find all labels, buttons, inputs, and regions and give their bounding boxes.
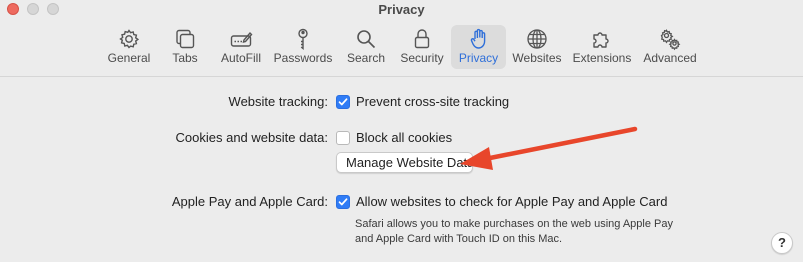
block-cookies-checkbox[interactable] [336,131,350,145]
tab-search-label: Search [346,51,386,65]
apple-pay-note-line1: Safari allows you to make purchases on t… [355,218,673,230]
gears-icon [658,27,682,51]
checkmark-icon [338,198,348,206]
preferences-window: Privacy General Tabs AutoFill Passwords … [0,0,803,262]
key-icon [291,27,315,51]
tab-autofill[interactable]: AutoFill [216,25,266,69]
prevent-tracking-text[interactable]: Prevent cross-site tracking [356,94,509,109]
tab-privacy[interactable]: Privacy [451,25,506,69]
tab-general[interactable]: General [104,25,154,69]
apple-pay-note: Safari allows you to make purchases on t… [355,217,715,247]
apple-pay-checkbox[interactable] [336,195,350,209]
lock-icon [410,27,434,51]
block-cookies-text[interactable]: Block all cookies [356,130,452,145]
search-icon [354,27,378,51]
tab-websites[interactable]: Websites [510,25,564,69]
autofill-icon [229,27,253,51]
puzzle-icon [590,27,614,51]
tab-advanced-label: Advanced [643,51,697,65]
website-tracking-label: Website tracking: [228,94,328,109]
tab-search[interactable]: Search [343,25,389,69]
apple-pay-note-line2: and Apple Card with Touch ID on this Mac… [355,233,563,245]
tabs-icon [173,27,197,51]
window-title: Privacy [378,2,425,17]
toolbar: Privacy General Tabs AutoFill Passwords … [0,0,803,77]
tab-advanced[interactable]: Advanced [640,25,700,69]
tab-tabs-label: Tabs [172,51,198,65]
hand-icon [467,27,491,51]
tab-autofill-label: AutoFill [220,51,261,65]
cookies-label: Cookies and website data: [175,130,328,145]
manage-website-data-button[interactable]: Manage Website Data... [336,152,473,173]
tab-extensions[interactable]: Extensions [570,25,634,69]
help-button[interactable]: ? [771,232,793,254]
tab-extensions-label: Extensions [572,51,632,65]
apple-pay-label: Apple Pay and Apple Card: [171,194,328,209]
globe-icon [525,27,549,51]
tab-passwords-label: Passwords [273,51,333,65]
apple-pay-text[interactable]: Allow websites to check for Apple Pay an… [356,194,667,209]
prevent-tracking-checkbox[interactable] [336,95,350,109]
tab-privacy-label: Privacy [458,51,499,65]
tab-security[interactable]: Security [396,25,448,69]
tab-passwords[interactable]: Passwords [272,25,334,69]
checkmark-icon [338,98,348,106]
tab-tabs[interactable]: Tabs [164,25,206,69]
tab-general-label: General [107,51,151,65]
tab-security-label: Security [400,51,444,65]
gear-icon [117,27,141,51]
tab-websites-label: Websites [512,51,562,65]
